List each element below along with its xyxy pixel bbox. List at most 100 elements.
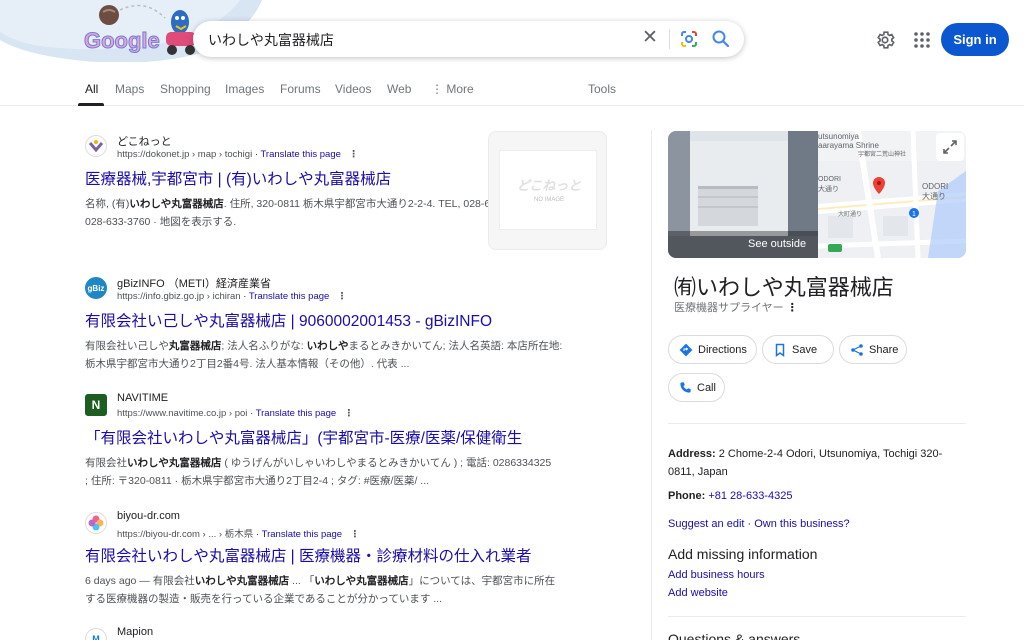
map-label: ODORI <box>818 176 841 183</box>
result-title-link[interactable]: 医療器械,宇都宮市 | (有)いわしや丸富器械店 <box>85 167 391 189</box>
share-button[interactable]: Share <box>839 335 907 364</box>
share-icon <box>851 343 863 356</box>
qa-heading: Questions & answers <box>668 631 801 640</box>
result-url[interactable]: https://info.gbiz.go.jp › ichiran · Tran… <box>117 291 347 302</box>
directions-icon <box>679 343 693 356</box>
tab-more-label: More <box>446 82 474 96</box>
search-icon[interactable] <box>711 29 731 49</box>
result-site-name: Mapion <box>117 626 154 638</box>
tab-forums[interactable]: Forums <box>280 82 321 96</box>
svg-text:1: 1 <box>912 211 916 218</box>
header: Google いわしや丸富器械店 ✕ Sign in <box>0 0 1024 76</box>
tab-all[interactable]: All <box>85 82 98 96</box>
tab-shopping[interactable]: Shopping <box>160 82 211 96</box>
translate-link[interactable]: · Translate this page <box>256 529 342 540</box>
address-row: Address: 2 Chome-2-4 Odori, Utsunomiya, … <box>668 445 968 481</box>
panel-divider <box>668 423 966 424</box>
more-options-icon[interactable]: ⋮ <box>350 529 360 540</box>
save-button[interactable]: Save <box>762 335 834 364</box>
result-url-text: https://info.gbiz.go.jp › ichiran <box>117 291 241 302</box>
expand-map-icon[interactable] <box>936 133 964 161</box>
tab-more[interactable]: ⋮ More <box>431 82 474 96</box>
search-tabs: All Maps Shopping Images Forums Videos W… <box>0 78 1024 106</box>
settings-gear-icon[interactable] <box>874 29 896 51</box>
own-business-link[interactable]: Own this business? <box>754 518 849 530</box>
address-label: Address: <box>668 448 716 460</box>
category-more-icon[interactable]: ⋮ <box>787 302 798 314</box>
search-box[interactable]: いわしや丸富器械店 ✕ <box>193 21 744 57</box>
suggest-edit-row: Suggest an edit · Own this business? <box>668 518 850 530</box>
tab-images[interactable]: Images <box>225 82 264 96</box>
tab-web[interactable]: Web <box>387 82 411 96</box>
google-lens-icon[interactable] <box>679 29 699 49</box>
result-url-text: https://dokonet.jp › map › tochigi <box>117 149 253 160</box>
more-options-icon[interactable]: ⋮ <box>337 291 347 302</box>
business-name: ㈲いわしや丸富器械店 <box>674 275 894 300</box>
svg-text:Google: Google <box>84 28 160 53</box>
more-dots-icon: ⋮ <box>431 82 443 96</box>
result-title-link[interactable]: 有限会社いわしや丸富器械店 | 医療機器・診療材料の仕入れ業者 <box>85 544 532 566</box>
search-input[interactable]: いわしや丸富器械店 <box>208 30 334 50</box>
result-snippet: 有限会社いわしや丸富器械店 ( ゆうげんがいしゃいわしやまるとみきかいてん ) … <box>85 457 552 487</box>
translate-link[interactable]: · Translate this page <box>255 149 341 160</box>
map-label: 大通り <box>818 184 839 193</box>
result-site-name: biyou-dr.com <box>117 510 180 522</box>
map-label: utsunomiya <box>818 132 859 141</box>
result-url[interactable]: https://biyou-dr.com › ... › 栃木県 · Trans… <box>117 526 360 540</box>
gbizinfo-favicon: gBiz <box>85 277 107 299</box>
result-url-text: https://biyou-dr.com › ... › 栃木県 <box>117 529 254 540</box>
result-title-link[interactable]: 有限会社い己しや丸富器械店 | 9060002001453 - gBizINFO <box>85 309 492 331</box>
phone-number-link[interactable]: +81 28-633-4325 <box>708 490 792 502</box>
translate-link[interactable]: · Translate this page <box>250 408 336 419</box>
business-category-text: 医療機器サプライヤー <box>674 302 784 314</box>
result-site-name: gBizINFO （METI）経済産業省 <box>117 278 272 290</box>
map-label: 宇都宮二荒山神社 <box>858 150 906 158</box>
add-business-hours-link[interactable]: Add business hours <box>668 569 765 581</box>
active-tab-indicator <box>78 103 104 106</box>
result-url[interactable]: https://www.navitime.co.jp › poi · Trans… <box>117 408 354 419</box>
search-separator <box>669 29 670 49</box>
add-hours-row: Add business hours <box>668 566 968 584</box>
result-url-text: https://www.navitime.co.jp › poi <box>117 408 248 419</box>
result-site-name: どこねっと <box>117 136 172 148</box>
business-category: 医療機器サプライヤー ⋮ <box>674 299 798 315</box>
more-options-icon[interactable]: ⋮ <box>349 149 359 160</box>
map-label: 大町通り <box>838 210 862 218</box>
save-label: Save <box>792 343 818 356</box>
phone-row: Phone: +81 28-633-4325 <box>668 487 968 505</box>
see-outside-label[interactable]: See outside <box>748 238 806 250</box>
add-website-row: Add website <box>668 584 968 602</box>
tab-videos[interactable]: Videos <box>335 82 371 96</box>
tab-maps[interactable]: Maps <box>115 82 144 96</box>
translate-link[interactable]: · Translate this page <box>243 291 329 302</box>
panel-divider <box>668 616 966 617</box>
missing-info-heading: Add missing information <box>668 546 818 562</box>
add-website-link[interactable]: Add website <box>668 587 728 599</box>
navitime-favicon: N <box>85 394 107 416</box>
directions-button[interactable]: Directions <box>668 335 757 364</box>
tab-tools[interactable]: Tools <box>588 82 616 96</box>
result-url[interactable]: https://dokonet.jp › map › tochigi · Tra… <box>117 149 358 160</box>
mapion-favicon: M <box>85 628 107 640</box>
sign-in-button[interactable]: Sign in <box>941 23 1009 56</box>
call-button[interactable]: Call <box>668 373 725 402</box>
directions-label: Directions <box>698 343 747 356</box>
thumbnail-caption: NO IMAGE <box>533 197 564 203</box>
phone-label: Phone: <box>668 490 706 502</box>
panel-divider <box>651 130 652 640</box>
call-label: Call <box>697 381 716 394</box>
thumbnail-logo: どこねっと <box>516 178 582 193</box>
biyou-dr-favicon <box>85 512 107 534</box>
dokonet-favicon <box>85 135 107 157</box>
suggest-edit-link[interactable]: Suggest an edit <box>668 518 744 530</box>
result-site-name: NAVITIME <box>117 392 169 404</box>
clear-search-icon[interactable]: ✕ <box>640 28 660 48</box>
result-title-link[interactable]: 「有限会社いわしや丸富器械店」(宇都宮市-医療/医薬/保健衛生 <box>85 426 522 448</box>
map-label: ODORI <box>922 182 948 191</box>
result-thumbnail[interactable]: どこねっと NO IMAGE <box>488 131 607 250</box>
map-label: 大通り <box>922 191 946 201</box>
no-image-placeholder: どこねっと NO IMAGE <box>499 150 597 230</box>
share-label: Share <box>869 343 899 356</box>
google-apps-icon[interactable] <box>913 31 931 49</box>
more-options-icon[interactable]: ⋮ <box>344 408 354 419</box>
